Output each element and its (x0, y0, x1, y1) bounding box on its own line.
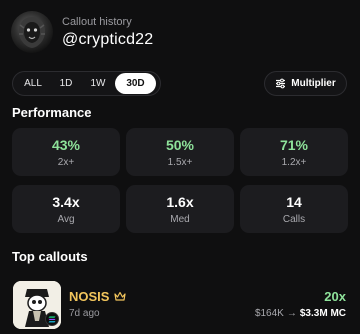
mc-unit: MC (330, 308, 346, 319)
stat-value: 3.4x (52, 193, 80, 210)
stat-label: Med (170, 213, 190, 225)
callout-age: 7d ago (69, 308, 100, 319)
callout-row[interactable]: NOSIS 7d ago 20x $164K → $3.3M MC (0, 278, 360, 334)
page-subtitle: Callout history (62, 16, 132, 28)
hit-rate-value: 50% (165, 136, 195, 153)
lion-avatar-icon[interactable] (11, 11, 53, 53)
user-handle: @crypticd22 (62, 31, 154, 48)
hit-rate-label: 1.5x+ (167, 156, 193, 168)
tab-all[interactable]: ALL (15, 73, 51, 94)
stat-card-calls: 14 Calls (240, 185, 348, 233)
stat-value: 14 (286, 193, 302, 210)
hit-rate-label: 2x+ (57, 156, 75, 168)
arrow-right-icon: → (286, 308, 297, 319)
hit-rate-value: 43% (51, 136, 81, 153)
stat-card-avg: 3.4x Avg (12, 185, 120, 233)
tab-1d[interactable]: 1D (51, 73, 81, 94)
callout-multiplier: 20x (324, 289, 346, 304)
stat-label: Calls (282, 213, 306, 225)
hit-rate-card-1-5x: 50% 1.5x+ (126, 128, 234, 176)
multiplier-label: Multiplier (291, 78, 336, 89)
profile-header: Callout history @crypticd22 (0, 0, 360, 64)
mc-from: $164K (254, 308, 284, 319)
crown-icon (114, 289, 126, 307)
hit-rate-card-1-2x: 71% 1.2x+ (240, 128, 348, 176)
mc-to: $3.3M (299, 308, 328, 319)
hit-rate-value: 71% (279, 136, 309, 153)
tab-30d[interactable]: 30D (115, 73, 156, 94)
sliders-icon (275, 78, 286, 89)
solana-icon (45, 312, 59, 326)
hit-rate-card-2x: 43% 2x+ (12, 128, 120, 176)
token-name: NOSIS (69, 289, 110, 304)
market-cap-range: $164K → $3.3M MC (255, 308, 346, 319)
stat-card-med: 1.6x Med (126, 185, 234, 233)
hit-rate-label: 1.2x+ (281, 156, 307, 168)
time-range-tabs: ALL 1D 1W 30D (12, 71, 161, 96)
stat-label: Avg (57, 213, 75, 225)
tab-1w[interactable]: 1W (81, 73, 115, 94)
performance-heading: Performance (12, 105, 92, 120)
multiplier-button[interactable]: Multiplier (264, 71, 347, 96)
top-callouts-heading: Top callouts (12, 249, 88, 264)
stat-value: 1.6x (166, 193, 194, 210)
